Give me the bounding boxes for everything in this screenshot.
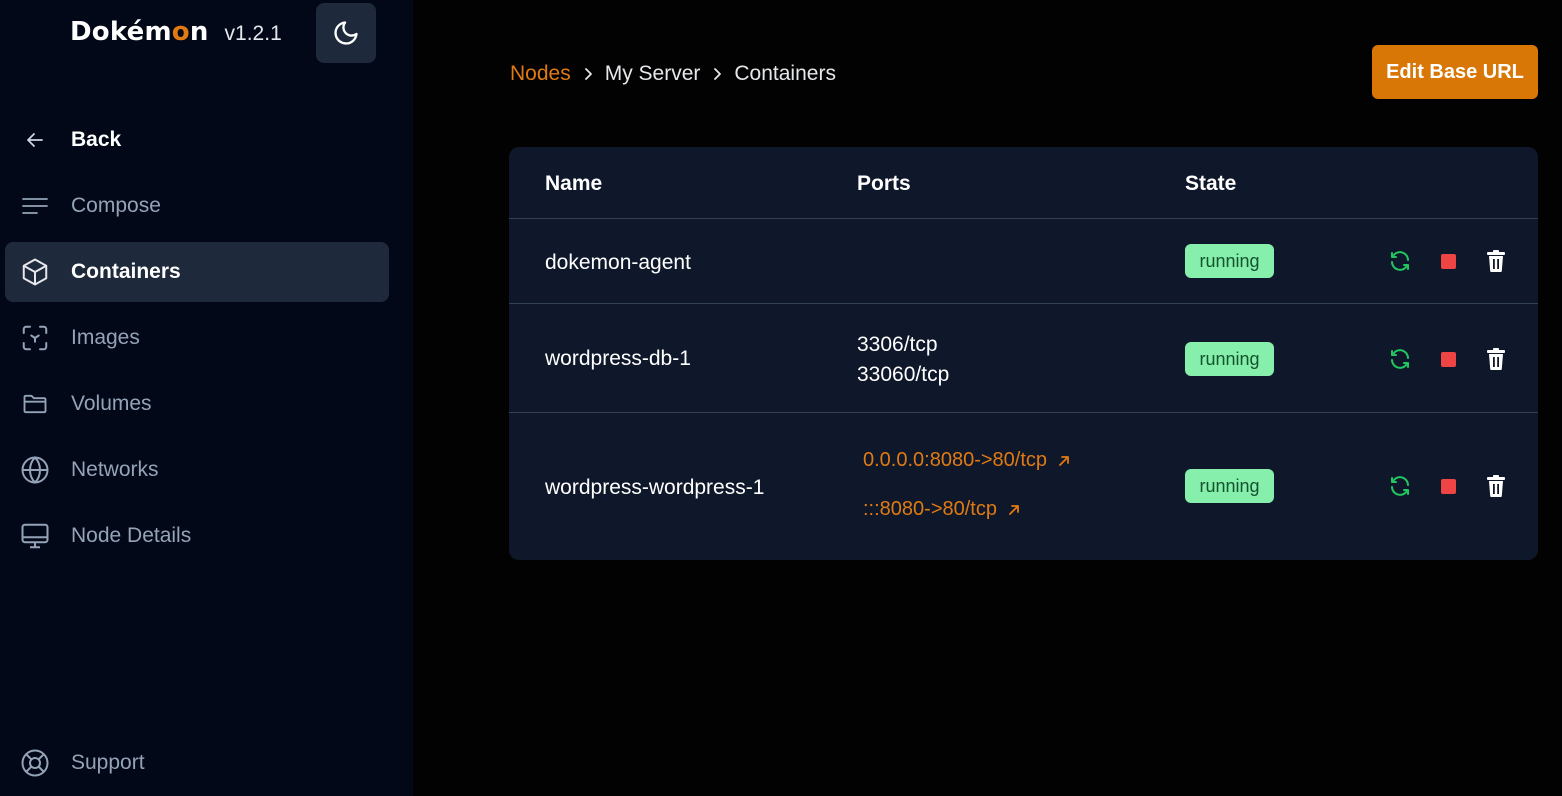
sidebar-item-networks[interactable]: Networks (5, 440, 389, 500)
port-entry: 3306/tcp (857, 333, 938, 356)
breadcrumb-nodes-link[interactable]: Nodes (510, 62, 571, 86)
column-header-name: Name (545, 172, 603, 195)
sidebar: Dokémon v1.2.1 Back Compose Containers I… (0, 0, 413, 796)
trash-icon (1487, 250, 1505, 272)
table-row: wordpress-db-1 3306/tcp 33060/tcp runnin… (509, 304, 1538, 413)
breadcrumb-current: Containers (734, 62, 836, 85)
folder-icon (19, 389, 51, 419)
containers-table: Name Ports State dokemon-agent running w… (509, 147, 1538, 560)
port-link-label: 0.0.0.0:8080->80/tcp (863, 449, 1048, 471)
sidebar-item-images[interactable]: Images (5, 308, 389, 368)
sidebar-item-label: Images (71, 326, 140, 349)
stop-icon (1440, 478, 1456, 494)
app-root: Dokémon v1.2.1 Back Compose Containers I… (0, 0, 1562, 796)
stop-icon (1440, 253, 1456, 269)
sidebar-item-label: Networks (71, 458, 159, 481)
sidebar-item-volumes[interactable]: Volumes (5, 374, 389, 434)
globe-icon (19, 455, 51, 485)
sidebar-item-back[interactable]: Back (5, 110, 389, 170)
sidebar-item-label: Compose (71, 194, 161, 217)
menu-lines-icon (19, 191, 51, 221)
stop-button[interactable] (1434, 345, 1462, 373)
brand-logo[interactable]: Dokémon v1.2.1 (70, 17, 282, 51)
brand-name: Dokémon (70, 17, 209, 47)
breadcrumb-node-link[interactable]: My Server (605, 62, 701, 86)
breadcrumb: Nodes My Server Containers (510, 60, 836, 88)
sidebar-item-containers[interactable]: Containers (5, 242, 389, 302)
status-badge: running (1185, 342, 1274, 376)
delete-button[interactable] (1482, 345, 1510, 373)
restart-button[interactable] (1386, 247, 1414, 275)
arrow-left-icon (19, 125, 51, 155)
column-header-state: State (1185, 172, 1237, 195)
sidebar-item-label: Node Details (71, 524, 192, 547)
external-link-icon (1059, 455, 1069, 466)
moon-icon (334, 21, 358, 45)
table-row: dokemon-agent running (509, 219, 1538, 304)
status-badge: running (1185, 469, 1274, 503)
trash-icon (1487, 348, 1505, 370)
trash-icon (1487, 475, 1505, 497)
stop-icon (1440, 351, 1456, 367)
container-name: dokemon-agent (545, 251, 691, 274)
app-version: v1.2.1 (224, 22, 282, 45)
container-name: wordpress-db-1 (545, 347, 691, 370)
port-entry: 33060/tcp (857, 363, 950, 386)
sidebar-nav: Back Compose Containers Images Volumes N… (5, 110, 389, 572)
table-header: Name Ports State (509, 147, 1538, 219)
sidebar-item-label: Containers (71, 260, 181, 283)
port-link-label: :::8080->80/tcp (863, 498, 997, 520)
theme-toggle-button[interactable] (316, 3, 376, 63)
container-name: wordpress-wordpress-1 (545, 476, 765, 499)
status-badge: running (1185, 244, 1274, 278)
delete-button[interactable] (1482, 472, 1510, 500)
refresh-icon (1391, 251, 1409, 271)
image-scan-icon (19, 323, 51, 353)
sidebar-item-label: Back (71, 128, 122, 151)
sidebar-item-node-details[interactable]: Node Details (5, 506, 389, 566)
main-content: Nodes My Server Containers Edit Base URL… (413, 0, 1562, 796)
port-link[interactable]: 0.0.0.0:8080->80/tcp (863, 449, 1071, 472)
column-header-ports: Ports (857, 172, 911, 195)
lifebuoy-icon (19, 748, 51, 778)
port-link[interactable]: :::8080->80/tcp (863, 498, 1021, 521)
sidebar-item-label: Volumes (71, 392, 152, 415)
chevron-right-icon (581, 66, 595, 82)
refresh-icon (1391, 476, 1409, 496)
sidebar-item-support[interactable]: Support (5, 733, 389, 793)
chevron-right-icon (710, 66, 724, 82)
stop-button[interactable] (1434, 247, 1462, 275)
restart-button[interactable] (1386, 472, 1414, 500)
delete-button[interactable] (1482, 247, 1510, 275)
ports-list: 3306/tcp 33060/tcp (857, 330, 949, 390)
restart-button[interactable] (1386, 345, 1414, 373)
table-row: wordpress-wordpress-1 0.0.0.0:8080->80/t… (509, 413, 1538, 560)
sidebar-item-label: Support (71, 751, 145, 774)
monitor-icon (19, 521, 51, 551)
edit-base-url-button[interactable]: Edit Base URL (1372, 45, 1538, 99)
stop-button[interactable] (1434, 472, 1462, 500)
cube-icon (19, 257, 51, 287)
refresh-icon (1391, 349, 1409, 369)
sidebar-item-compose[interactable]: Compose (5, 176, 389, 236)
external-link-icon (1009, 504, 1019, 515)
